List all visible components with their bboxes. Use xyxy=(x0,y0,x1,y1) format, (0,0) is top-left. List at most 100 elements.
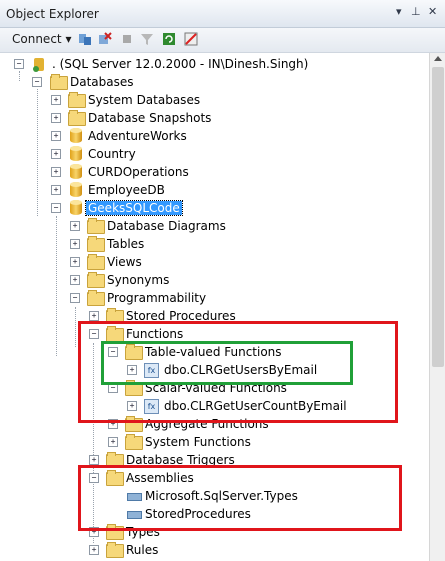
close-icon[interactable]: ✕ xyxy=(428,5,437,18)
expand-toggle[interactable]: + xyxy=(89,455,99,465)
expand-toggle[interactable]: + xyxy=(127,365,137,375)
tree-item-assemblies[interactable]: − Assemblies xyxy=(0,469,430,487)
tree-item-label: Synonyms xyxy=(107,273,170,287)
tree-item-synonyms[interactable]: + Synonyms xyxy=(0,271,430,289)
collapse-toggle[interactable]: − xyxy=(89,329,99,339)
database-icon xyxy=(70,200,82,215)
folder-icon xyxy=(87,290,105,306)
expand-toggle[interactable]: + xyxy=(89,311,99,321)
tree-item-aggregate-functions[interactable]: + Aggregate Functions xyxy=(0,415,430,433)
scrollbar-thumb[interactable] xyxy=(432,67,444,367)
tree-item-label: Types xyxy=(126,525,160,539)
tree-item-label: Functions xyxy=(126,327,184,341)
activity-monitor-icon[interactable] xyxy=(184,32,198,46)
expand-toggle[interactable]: + xyxy=(108,437,118,447)
tree-item-label: AdventureWorks xyxy=(88,129,187,143)
tree-item-database-diagrams[interactable]: + Database Diagrams xyxy=(0,217,430,235)
tree-item-functions[interactable]: − Functions xyxy=(0,325,430,343)
filter-icon[interactable] xyxy=(140,32,154,46)
tree-item-programmability[interactable]: − Programmability xyxy=(0,289,430,307)
tree-item-db-curdoperations[interactable]: + CURDOperations xyxy=(0,163,430,181)
folder-icon xyxy=(106,326,124,342)
assembly-icon xyxy=(127,493,142,501)
tree-item-db-geekssqlcode[interactable]: − GeeksSQLCode xyxy=(0,199,430,217)
connect-object-explorer-icon[interactable] xyxy=(78,32,92,46)
dropdown-arrow-icon[interactable]: ▾ xyxy=(396,5,402,18)
tree-item-label: Databases xyxy=(70,75,134,89)
folder-icon xyxy=(68,110,86,126)
collapse-toggle[interactable]: − xyxy=(108,347,118,357)
tree-item-rules[interactable]: + Rules xyxy=(0,541,430,559)
tree-item-label: Microsoft.SqlServer.Types xyxy=(145,489,298,503)
collapse-toggle[interactable]: − xyxy=(51,203,61,213)
folder-icon xyxy=(87,236,105,252)
expand-toggle[interactable]: + xyxy=(89,527,99,537)
expand-toggle[interactable]: + xyxy=(51,131,61,141)
tree-item-label: Database Diagrams xyxy=(107,219,226,233)
tree-item-fn-clrgetusercountbyemail[interactable]: + fx dbo.CLRGetUserCountByEmail xyxy=(0,397,430,415)
folder-icon xyxy=(87,254,105,270)
stop-icon[interactable] xyxy=(120,32,134,46)
collapse-toggle[interactable]: − xyxy=(108,383,118,393)
connect-button[interactable]: Connect ▾ xyxy=(12,32,71,46)
tree-item-databases[interactable]: − Databases xyxy=(0,73,430,91)
tree-item-db-adventureworks[interactable]: + AdventureWorks xyxy=(0,127,430,145)
tree-item-system-functions[interactable]: + System Functions xyxy=(0,433,430,451)
assembly-icon xyxy=(127,511,142,519)
scroll-up-icon[interactable] xyxy=(434,56,442,61)
database-icon xyxy=(70,146,82,161)
object-explorer-window: Object Explorer ▾ ⊥ ✕ Connect ▾ − . (SQL… xyxy=(0,0,445,561)
collapse-toggle[interactable]: − xyxy=(32,77,42,87)
tree-item-stored-procedures[interactable]: + Stored Procedures xyxy=(0,307,430,325)
tree-item-database-snapshots[interactable]: + Database Snapshots xyxy=(0,109,430,127)
tree-item-server[interactable]: − . (SQL Server 12.0.2000 - IN\Dinesh.Si… xyxy=(0,55,430,73)
tree-item-database-triggers[interactable]: + Database Triggers xyxy=(0,451,430,469)
expand-toggle[interactable]: + xyxy=(51,95,61,105)
vertical-scrollbar[interactable] xyxy=(429,53,445,561)
tree-item-fn-clrgetusersbyemail[interactable]: + fx dbo.CLRGetUsersByEmail xyxy=(0,361,430,379)
tree-item-system-databases[interactable]: + System Databases xyxy=(0,91,430,109)
tree-item-views[interactable]: + Views xyxy=(0,253,430,271)
object-explorer-tree: − . (SQL Server 12.0.2000 - IN\Dinesh.Si… xyxy=(0,53,430,561)
window-title: Object Explorer xyxy=(6,7,99,21)
tree-item-label: Database Triggers xyxy=(126,453,235,467)
folder-icon xyxy=(125,434,143,450)
tree-item-label: Table-valued Functions xyxy=(145,345,282,359)
collapse-toggle[interactable]: − xyxy=(14,59,24,69)
collapse-toggle[interactable]: − xyxy=(89,473,99,483)
folder-icon xyxy=(87,218,105,234)
expand-toggle[interactable]: + xyxy=(70,221,80,231)
tree-item-asm-sqlserver-types[interactable]: Microsoft.SqlServer.Types xyxy=(0,487,430,505)
folder-icon xyxy=(87,272,105,288)
tree-item-scalar-valued-functions[interactable]: − Scalar-valued Functions xyxy=(0,379,430,397)
tree-item-label: Database Snapshots xyxy=(88,111,212,125)
disconnect-icon[interactable] xyxy=(98,32,112,46)
expand-toggle[interactable]: + xyxy=(70,257,80,267)
expand-toggle[interactable]: + xyxy=(51,149,61,159)
tree-item-label: Views xyxy=(107,255,142,269)
refresh-icon[interactable] xyxy=(162,32,176,46)
expand-toggle[interactable]: + xyxy=(70,275,80,285)
tree-item-asm-storedprocedures[interactable]: StoredProcedures xyxy=(0,505,430,523)
expand-toggle[interactable]: + xyxy=(51,113,61,123)
expand-toggle[interactable]: + xyxy=(70,239,80,249)
expand-toggle[interactable]: + xyxy=(108,419,118,429)
tree-item-label: CURDOperations xyxy=(88,165,189,179)
tree-item-tables[interactable]: + Tables xyxy=(0,235,430,253)
tree-item-label: Stored Procedures xyxy=(126,309,236,323)
expand-toggle[interactable]: + xyxy=(51,167,61,177)
expand-toggle[interactable]: + xyxy=(127,401,137,411)
tree-item-db-employeedb[interactable]: + EmployeeDB xyxy=(0,181,430,199)
tree-item-label: dbo.CLRGetUsersByEmail xyxy=(164,363,318,377)
tree-item-db-country[interactable]: + Country xyxy=(0,145,430,163)
folder-icon xyxy=(106,524,124,540)
expand-toggle[interactable]: + xyxy=(51,185,61,195)
folder-icon xyxy=(50,74,68,90)
pin-icon[interactable]: ⊥ xyxy=(411,5,421,18)
collapse-toggle[interactable]: − xyxy=(70,293,80,303)
tree-item-table-valued-functions[interactable]: − Table-valued Functions xyxy=(0,343,430,361)
tree-item-label: Programmability xyxy=(107,291,207,305)
expand-toggle[interactable]: + xyxy=(89,545,99,555)
tree-item-types[interactable]: + Types xyxy=(0,523,430,541)
server-icon xyxy=(33,58,44,72)
